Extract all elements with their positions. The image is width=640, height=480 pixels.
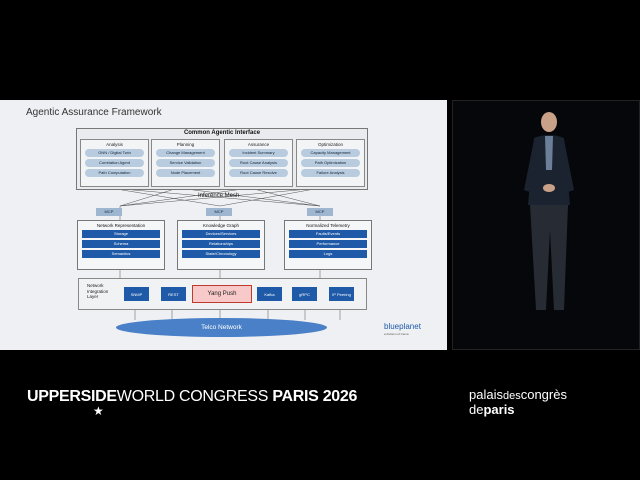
column-title: Planning — [176, 142, 195, 147]
data-bar: Faults/Events — [289, 230, 367, 238]
data-bar: Semantics — [82, 250, 160, 258]
column-title: Assurance — [247, 142, 270, 147]
protocol-snmp: SNMP — [124, 287, 149, 301]
assurance-column: Assurance Incident Summary Root Cause An… — [224, 139, 293, 187]
telco-network-ellipse: Telco Network — [116, 318, 327, 337]
congress-wordmark: UPPERSIDEWORLD CONGRESS PARIS 2026 — [27, 388, 357, 406]
data-bar: Schema — [82, 240, 160, 248]
planning-column: Planning Change Management Service Valid… — [151, 139, 220, 187]
protocol-grpc: gRPC — [292, 287, 317, 301]
congres-text: congrès — [520, 387, 567, 402]
box-title: Normalized Telemetry — [306, 223, 350, 228]
mcp-badge: MCP — [307, 208, 333, 216]
agent-pill: Node Placement — [156, 169, 215, 177]
upperside-text: UPPERSIDE — [27, 388, 117, 405]
column-title: Analysis — [106, 142, 123, 147]
data-bar: Storage — [82, 230, 160, 238]
palais-des-congres-logo: palaisdescongrès deparis — [469, 388, 567, 416]
agent-pill: Change Management — [156, 149, 215, 157]
des-text: des — [502, 390, 521, 402]
column-title: Optimization — [317, 142, 343, 147]
normalized-telemetry-box: Normalized Telemetry Faults/Events Perfo… — [284, 220, 372, 270]
blueplanet-logo: blueplanet — [384, 322, 421, 331]
box-title: Network Representation — [96, 223, 146, 228]
box-title: Knowledge Graph — [202, 223, 240, 228]
data-bar: State/Chronology — [182, 250, 260, 258]
agent-pill: Service Validation — [156, 159, 215, 167]
network-representation-box: Network Representation Storage Schema Se… — [77, 220, 165, 270]
data-bar: Devices/Services — [182, 230, 260, 238]
agent-pill: Path Optimization — [301, 159, 360, 167]
agent-pill: Failure Analysis — [301, 169, 360, 177]
mcp-badge: MCP — [206, 208, 232, 216]
analysis-column: Analysis GNN / Digital Twin Correlation … — [80, 139, 149, 187]
paris-text: PARIS — [272, 388, 319, 405]
palais-text: palais — [469, 387, 503, 402]
protocol-rest: REST — [161, 287, 186, 301]
integration-layer-box: Network Integration Layer SNMP REST Yang… — [78, 278, 367, 310]
agent-pill: GNN / Digital Twin — [85, 149, 144, 157]
de-text: de — [469, 402, 484, 417]
agent-pill: Root Cause Resolve — [229, 169, 288, 177]
inference-mesh-label: Inference Mesh — [198, 193, 240, 199]
agentic-interface-title: Common Agentic Interface — [183, 130, 261, 136]
world-congress-text: WORLD CONGRESS — [116, 388, 269, 405]
data-bar: Performance — [289, 240, 367, 248]
yang-push-box: Yang Push — [192, 285, 252, 303]
year-text: 2026 — [322, 388, 358, 405]
data-bar: Logs — [289, 250, 367, 258]
blueplanet-subtitle: a division of Ciena — [384, 332, 409, 336]
paris-venue-text: paris — [483, 402, 515, 417]
knowledge-graph-box: Knowledge Graph Devices/Services Relatio… — [177, 220, 265, 270]
mcp-badge: MCP — [96, 208, 122, 216]
presentation-slide: Agentic Assurance Framework Common Agent… — [0, 100, 447, 350]
protocol-kafka: Kafka — [257, 287, 282, 301]
agent-pill: Path Computation — [85, 169, 144, 177]
agentic-interface-box: Common Agentic Interface Analysis GNN / … — [76, 128, 368, 190]
optimization-column: Optimization Capacity Management Path Op… — [296, 139, 365, 187]
agent-pill: Root Cause Analysis — [229, 159, 288, 167]
star-icon: ★ — [93, 404, 104, 418]
integration-layer-label: Network Integration Layer — [87, 283, 109, 299]
agent-pill: Capacity Management — [301, 149, 360, 157]
protocol-ip-peering: IP Peering — [329, 287, 354, 301]
data-bar: Relationships — [182, 240, 260, 248]
agent-pill: Correlation Agent — [85, 159, 144, 167]
agent-pill: Incident Summary — [229, 149, 288, 157]
presenter-figure — [524, 112, 574, 310]
